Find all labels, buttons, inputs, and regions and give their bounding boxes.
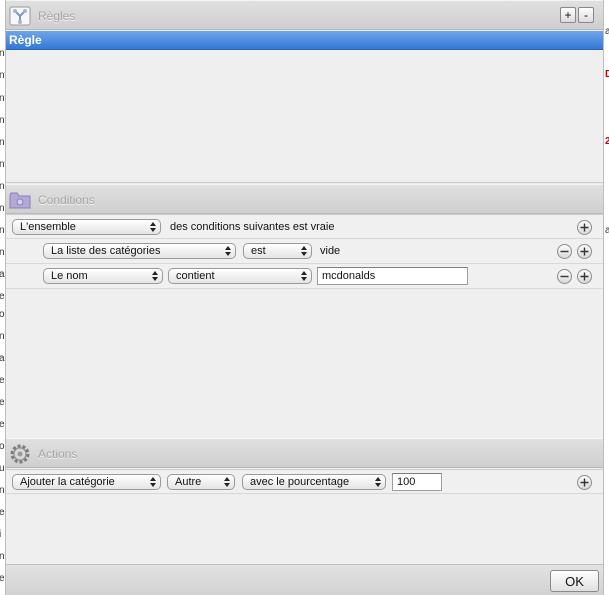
category-value: Autre (175, 476, 202, 488)
condition-field-value: Le nom (51, 270, 88, 282)
add-rule-button[interactable]: + (560, 7, 576, 23)
actions-header: Actions (6, 438, 603, 468)
background-text: a (0, 353, 5, 364)
conditions-header: Conditions (6, 184, 603, 214)
background-window-right-edge: a D 2 a (603, 0, 609, 595)
rules-icon (9, 6, 31, 26)
category-popup[interactable]: Autre (167, 474, 235, 490)
popup-arrows-icon (150, 222, 156, 232)
rules-list[interactable] (6, 50, 603, 183)
background-text: n (0, 137, 5, 148)
percentage-mode-popup[interactable]: avec le pourcentage (242, 474, 386, 490)
popup-arrows-icon (225, 246, 231, 256)
minus-icon (560, 250, 569, 253)
popup-arrows-icon (152, 271, 158, 281)
percentage-mode-value: avec le pourcentage (250, 476, 350, 488)
window-title: Règles (38, 9, 76, 23)
condition-operator-value: contient (176, 270, 215, 282)
folder-icon (9, 192, 31, 209)
condition-value-input[interactable] (317, 267, 468, 285)
background-text: u (0, 463, 5, 474)
background-text: e (0, 291, 5, 302)
rules-panel: Règles + - Règle Conditions L'ensemble d… (6, 0, 603, 595)
ok-button[interactable]: OK (550, 570, 599, 592)
conditions-title: Conditions (38, 193, 95, 207)
background-text: n (0, 485, 5, 496)
background-text: e (0, 375, 5, 386)
match-type-popup[interactable]: L'ensemble (12, 219, 161, 235)
background-text: n (0, 225, 5, 236)
action-type-popup[interactable]: Ajouter la catégorie (12, 474, 161, 490)
condition-value-text: vide (320, 245, 341, 257)
condition-field-value: La liste des catégories (51, 245, 161, 257)
condition-operator-popup[interactable]: est (243, 243, 312, 259)
remove-condition-button[interactable] (557, 244, 572, 259)
background-text: a (605, 225, 609, 236)
plus-icon (580, 272, 589, 281)
background-text: e (0, 573, 5, 584)
popup-arrows-icon (301, 246, 307, 256)
rules-title-bar: Règles + - (6, 0, 603, 30)
condition-match-row: L'ensemble des conditions suivantes est … (6, 214, 603, 239)
background-text: n (0, 551, 5, 562)
plus-icon (580, 223, 589, 232)
background-text: e (0, 419, 5, 430)
condition-field-popup[interactable]: La liste des catégories (43, 243, 236, 259)
plus-icon (580, 247, 589, 256)
popup-arrows-icon (150, 477, 156, 487)
add-action-button[interactable] (577, 475, 592, 490)
background-text: a (605, 26, 609, 37)
plus-icon (580, 478, 589, 487)
background-text: i (0, 529, 1, 540)
percentage-input[interactable] (392, 473, 442, 491)
match-type-value: L'ensemble (20, 221, 76, 233)
add-condition-button[interactable] (577, 220, 592, 235)
background-text: e (0, 507, 5, 518)
action-row: Ajouter la catégorie Autre avec le pourc… (6, 469, 603, 494)
bottom-bar: OK (6, 564, 603, 595)
background-text: 2 (605, 136, 609, 147)
rule-column-header: Règle (9, 33, 42, 47)
condition-row: La liste des catégories est vide (6, 239, 603, 264)
popup-arrows-icon (375, 477, 381, 487)
background-text: a (0, 269, 5, 280)
actions-empty-area (6, 495, 603, 564)
condition-operator-popup[interactable]: contient (168, 268, 312, 284)
background-text: n (0, 331, 5, 342)
background-text: D (605, 69, 609, 80)
popup-arrows-icon (224, 477, 230, 487)
match-description: des conditions suivantes est vraie (170, 221, 335, 233)
condition-row: Le nom contient (6, 264, 603, 289)
condition-operator-value: est (251, 245, 266, 257)
background-text: o (0, 441, 5, 452)
background-text: n (0, 203, 5, 214)
add-condition-button[interactable] (577, 269, 592, 284)
background-text: n (0, 247, 5, 258)
rules-table-header[interactable]: Règle (6, 31, 603, 50)
conditions-empty-area (6, 290, 603, 438)
add-condition-button[interactable] (577, 244, 592, 259)
actions-title: Actions (38, 447, 78, 461)
background-text: o (0, 309, 5, 320)
action-type-value: Ajouter la catégorie (20, 476, 115, 488)
background-text: n (0, 48, 5, 59)
background-text: e (0, 397, 5, 408)
popup-arrows-icon (301, 271, 307, 281)
gear-icon (10, 444, 30, 464)
remove-condition-button[interactable] (557, 269, 572, 284)
remove-rule-button[interactable]: - (578, 7, 594, 23)
condition-field-popup[interactable]: Le nom (43, 268, 163, 284)
minus-icon (560, 275, 569, 278)
background-text: n (0, 181, 5, 192)
